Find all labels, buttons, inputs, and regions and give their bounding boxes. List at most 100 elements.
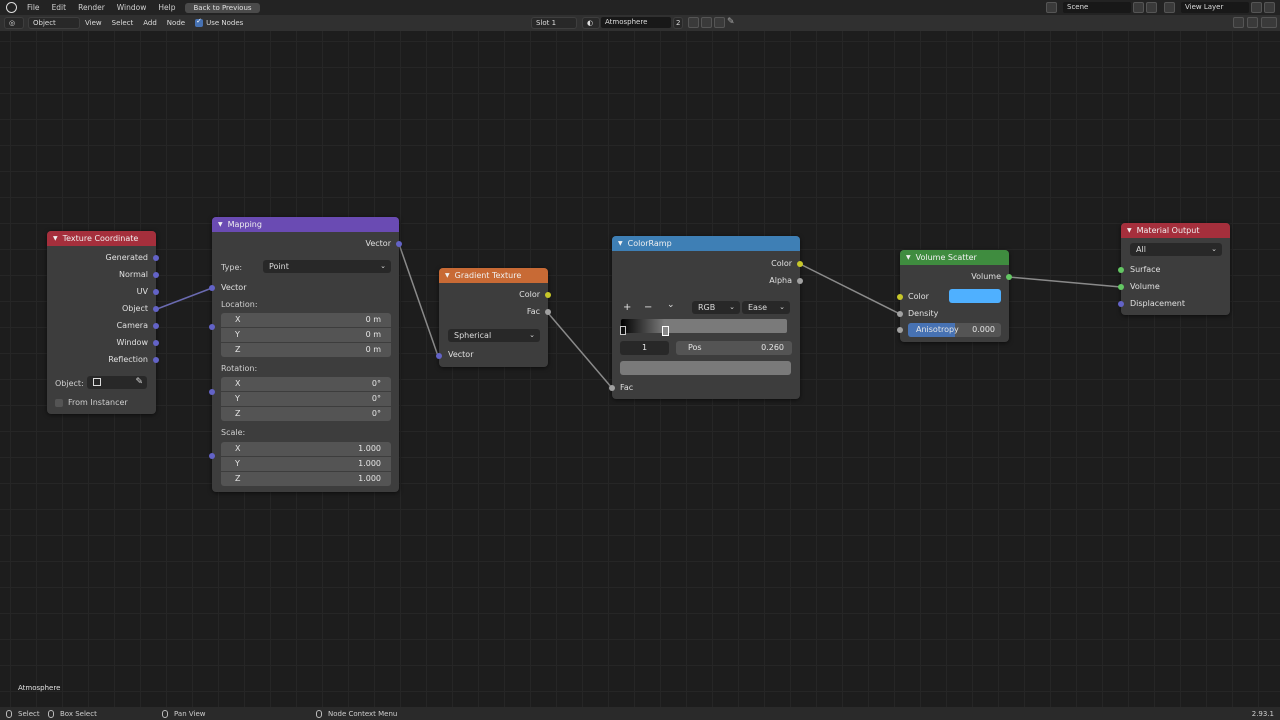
- axis-label: X: [235, 379, 241, 388]
- location-y-field[interactable]: Y 0 m: [221, 328, 391, 342]
- chevron-down-icon: ⌄: [729, 303, 735, 311]
- collapse-triangle-icon[interactable]: ▼: [53, 235, 58, 242]
- remove-stop-button[interactable]: −: [644, 302, 652, 313]
- object-cube-icon: [93, 378, 101, 386]
- field-value: 0 m: [365, 315, 381, 324]
- material-output-header[interactable]: ▼ Material Output: [1121, 223, 1230, 238]
- socket-color-out[interactable]: [545, 292, 551, 298]
- from-instancer-checkbox[interactable]: [55, 398, 63, 407]
- location-x-field[interactable]: X 0 m: [221, 313, 391, 327]
- collapse-triangle-icon[interactable]: ▼: [618, 240, 623, 247]
- pos-label: Pos: [688, 343, 702, 352]
- color-ramp-gradient-bar[interactable]: [621, 319, 787, 333]
- stop-position-field[interactable]: Pos 0.260: [676, 341, 792, 355]
- socket-color-out[interactable]: [797, 261, 803, 267]
- input-fac-label: Fac: [620, 383, 634, 392]
- gradient-texture-header[interactable]: ▼ Gradient Texture: [439, 268, 548, 283]
- socket-vector-out[interactable]: [396, 241, 402, 247]
- ramp-stop-active[interactable]: [662, 326, 669, 336]
- rotation-z-field[interactable]: Z 0°: [221, 407, 391, 421]
- anisotropy-slider[interactable]: Anisotropy 0.000: [908, 323, 1001, 337]
- mouse-drag-icon: [48, 709, 54, 718]
- socket-camera[interactable]: [153, 323, 159, 329]
- chevron-down-icon: ⌄: [779, 303, 785, 311]
- object-field-label: Object:: [55, 379, 84, 388]
- socket-surface-in[interactable]: [1118, 267, 1124, 273]
- socket-fac-out[interactable]: [545, 309, 551, 315]
- socket-density-in[interactable]: [897, 311, 903, 317]
- ramp-menu-button[interactable]: ⌄: [667, 300, 675, 310]
- collapse-triangle-icon[interactable]: ▼: [906, 254, 911, 261]
- socket-normal[interactable]: [153, 272, 159, 278]
- version-label: 2.93.1: [1251, 709, 1274, 718]
- socket-volume-out[interactable]: [1006, 274, 1012, 280]
- scale-y-field[interactable]: Y 1.000: [221, 457, 391, 471]
- socket-anisotropy-in[interactable]: [897, 327, 903, 333]
- socket-displacement-in[interactable]: [1118, 301, 1124, 307]
- colorramp-node[interactable]: ▼ ColorRamp Color Alpha + − ⌄ RGB ⌄ Ease…: [609, 236, 803, 399]
- from-instancer-label: From Instancer: [68, 398, 128, 407]
- volume-scatter-node[interactable]: ▼ Volume Scatter Volume Color Density An…: [897, 250, 1012, 342]
- color-mode-dropdown[interactable]: RGB ⌄: [692, 301, 740, 314]
- socket-generated[interactable]: [153, 255, 159, 261]
- field-value: 0°: [371, 394, 381, 403]
- socket-scale-in[interactable]: [209, 453, 215, 459]
- socket-uv[interactable]: [153, 289, 159, 295]
- socket-volume-in[interactable]: [1118, 284, 1124, 290]
- socket-object[interactable]: [153, 306, 159, 312]
- gradient-texture-node[interactable]: ▼ Gradient Texture Color Fac Spherical ⌄…: [436, 268, 551, 367]
- socket-fac-in[interactable]: [609, 385, 615, 391]
- eyedropper-icon[interactable]: ✎: [135, 376, 143, 389]
- output-reflection-label: Reflection: [108, 355, 148, 364]
- input-vector-label: Vector: [448, 350, 474, 359]
- field-value: 1.000: [358, 474, 381, 483]
- socket-window[interactable]: [153, 340, 159, 346]
- interpolation-dropdown[interactable]: Ease ⌄: [742, 301, 790, 314]
- input-displacement-label: Displacement: [1130, 299, 1185, 308]
- socket-alpha-out[interactable]: [797, 278, 803, 284]
- scale-z-field[interactable]: Z 1.000: [221, 472, 391, 486]
- input-color-label: Color: [908, 292, 929, 301]
- render-target-dropdown[interactable]: All ⌄: [1130, 243, 1222, 256]
- output-object-label: Object: [121, 304, 148, 313]
- output-window-label: Window: [116, 338, 148, 347]
- volume-scatter-header[interactable]: ▼ Volume Scatter: [900, 250, 1009, 265]
- node-title: ColorRamp: [627, 239, 672, 248]
- socket-location-in[interactable]: [209, 324, 215, 330]
- stop-color-swatch[interactable]: [620, 361, 791, 375]
- status-bar: Select Box Select Pan View Node Context …: [0, 707, 1280, 720]
- output-volume-label: Volume: [971, 272, 1001, 281]
- object-picker-field[interactable]: ✎: [87, 376, 147, 389]
- rotation-x-field[interactable]: X 0°: [221, 377, 391, 391]
- texture-coordinate-header[interactable]: ▼ Texture Coordinate: [47, 231, 156, 246]
- texture-coordinate-node[interactable]: ▼ Texture Coordinate Generated Normal UV…: [47, 231, 159, 414]
- link-object-to-vector: [156, 287, 213, 310]
- collapse-triangle-icon[interactable]: ▼: [445, 272, 450, 279]
- type-value: Point: [269, 262, 289, 271]
- collapse-triangle-icon[interactable]: ▼: [1127, 227, 1132, 234]
- collapse-triangle-icon[interactable]: ▼: [218, 221, 223, 228]
- add-stop-button[interactable]: +: [623, 302, 631, 313]
- field-value: 1.000: [358, 459, 381, 468]
- socket-vector-in[interactable]: [436, 353, 442, 359]
- from-instancer-toggle[interactable]: From Instancer: [55, 398, 128, 407]
- gradient-type-dropdown[interactable]: Spherical ⌄: [448, 329, 540, 342]
- scale-x-field[interactable]: X 1.000: [221, 442, 391, 456]
- socket-reflection[interactable]: [153, 357, 159, 363]
- ramp-stop-black[interactable]: [620, 326, 626, 335]
- socket-color-in[interactable]: [897, 294, 903, 300]
- active-stop-index-field[interactable]: 1: [620, 341, 669, 355]
- rotation-y-field[interactable]: Y 0°: [221, 392, 391, 406]
- link-color-to-density: [799, 263, 901, 315]
- material-output-node[interactable]: ▼ Material Output All ⌄ Surface Volume D…: [1118, 223, 1230, 315]
- socket-rotation-in[interactable]: [209, 389, 215, 395]
- colorramp-header[interactable]: ▼ ColorRamp: [612, 236, 800, 251]
- socket-vector-in[interactable]: [209, 285, 215, 291]
- rotation-label: Rotation:: [221, 364, 258, 373]
- mapping-node[interactable]: ▼ Mapping Vector Type: Point ⌄ Vector Lo…: [209, 217, 402, 492]
- location-z-field[interactable]: Z 0 m: [221, 343, 391, 357]
- mapping-type-dropdown[interactable]: Point ⌄: [263, 260, 391, 273]
- axis-label: Z: [235, 409, 241, 418]
- mapping-header[interactable]: ▼ Mapping: [212, 217, 399, 232]
- volume-color-swatch[interactable]: [949, 289, 1001, 303]
